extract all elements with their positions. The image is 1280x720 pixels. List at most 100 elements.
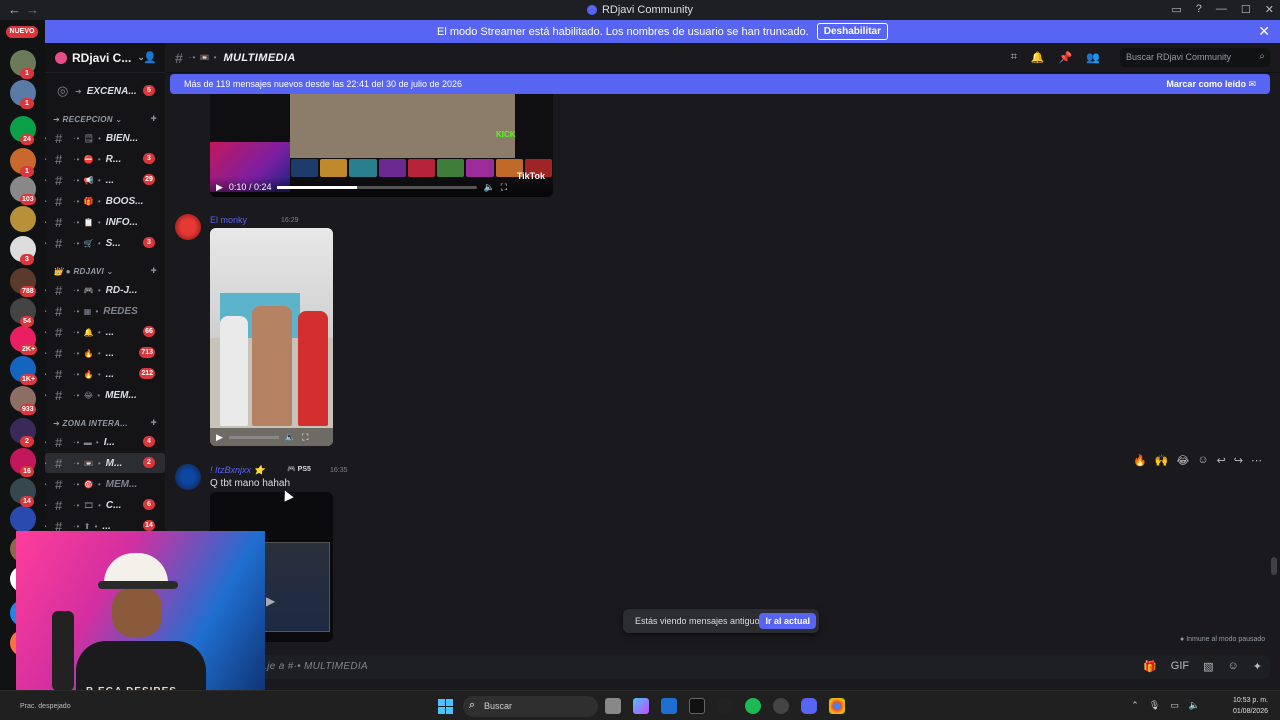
pin-icon[interactable]: 📌 (1059, 51, 1073, 64)
reply-icon[interactable]: ↩ (1217, 454, 1226, 467)
threads-icon[interactable]: ⌗ (1011, 51, 1017, 64)
volume-icon[interactable]: 🔈 (285, 432, 296, 443)
raised-hands-reaction-icon[interactable]: 🙌 (1155, 454, 1169, 467)
video-attachment[interactable]: ▶ 🔈 ⛶ (210, 228, 333, 446)
chevron-right-icon[interactable]: ▸ (45, 307, 51, 315)
chevron-right-icon[interactable]: ▸ (45, 438, 51, 446)
server-icon[interactable] (10, 506, 36, 532)
store-icon[interactable] (661, 698, 677, 714)
sidebar-channel[interactable]: ▸ # ·• 🎁 •BOOS... (45, 191, 165, 211)
members-icon[interactable]: 👥 (1086, 51, 1100, 64)
message-input[interactable]: ...je a #·• MULTIMEDIA 🎁 GIF ▧ ☺ ✦ (170, 655, 1270, 679)
chevron-right-icon[interactable]: ▸ (45, 239, 51, 247)
bell-icon[interactable]: 🔔 (1031, 51, 1045, 64)
volume-icon[interactable]: 🔈 (1189, 700, 1200, 711)
chevron-right-icon[interactable]: ▸ (45, 286, 51, 294)
server-header[interactable]: RDjavi C... ⌄ 👤 (45, 43, 165, 73)
gif-icon[interactable]: GIF (1171, 660, 1189, 673)
chevron-right-icon[interactable]: ▸ (45, 501, 51, 509)
server-icon[interactable] (10, 206, 36, 232)
jump-to-present-button[interactable]: Ir al actual (759, 613, 816, 629)
maximize-button[interactable]: ☐ (1241, 3, 1251, 16)
chrome-icon[interactable] (829, 698, 845, 714)
weather-widget[interactable]: Prac. despejado (20, 703, 71, 710)
sidebar-channel[interactable]: ▸ # ·• ▦ •REDES (45, 301, 165, 321)
sidebar-channel[interactable]: ▸ # ·• ▬ •I... 4 (45, 432, 165, 452)
sidebar-channel[interactable]: ▸ # ·• 🔥 •... 212 (45, 364, 165, 384)
chevron-right-icon[interactable]: ▸ (45, 349, 51, 357)
discord-icon[interactable] (801, 698, 817, 714)
chevron-right-icon[interactable]: ▸ (45, 176, 51, 184)
chevron-right-icon[interactable]: ▸ (45, 459, 51, 467)
search-input[interactable]: Buscar RDjavi Community ⌕ (1120, 48, 1270, 67)
app-icon[interactable] (717, 698, 733, 714)
obs-icon[interactable] (773, 698, 789, 714)
clock[interactable]: 10:53 p. m. 01/08/2026 (1233, 695, 1268, 717)
sticker-icon[interactable]: ▧ (1203, 660, 1213, 673)
sidebar-channel[interactable]: ▸ # ·• ⛔ •R... 3 (45, 149, 165, 169)
invite-icon[interactable]: 👤 (143, 51, 157, 64)
add-channel-icon[interactable]: + (150, 113, 157, 125)
sidebar-channel[interactable]: ▸ # ·• 📢 •... 29 (45, 170, 165, 190)
mic-icon[interactable]: 🎙 (1149, 700, 1160, 711)
sidebar-channel[interactable]: ▸ # ·• 🎞 •C... 6 (45, 495, 165, 515)
inbox-icon[interactable]: ▭ (1171, 3, 1181, 16)
emoji-icon[interactable]: ☺ (1228, 660, 1239, 673)
sidebar-channel[interactable]: ▸ # ·• 📋 •INFO... (45, 212, 165, 232)
chevron-right-icon[interactable]: ▸ (45, 197, 51, 205)
video-progress[interactable] (277, 185, 478, 189)
chevron-right-icon[interactable]: ▸ (45, 328, 51, 336)
message-author[interactable]: El monky (210, 215, 247, 225)
chevron-right-icon[interactable]: ▸ (45, 155, 51, 163)
category-recepcion[interactable]: ➜ RECEPCION ⌄ + (53, 113, 163, 129)
play-icon[interactable]: ▶ (266, 594, 275, 608)
chevron-right-icon[interactable]: ▸ (45, 218, 51, 226)
sidebar-channel[interactable]: ▸ # ·• 🛒 •S... 3 (45, 233, 165, 253)
more-icon[interactable]: ⋯ (1251, 454, 1262, 467)
sidebar-channel[interactable]: ▸ # ·• 🎯 •MEM... (45, 474, 165, 494)
close-banner-icon[interactable]: ✕ (1258, 23, 1270, 40)
sidebar-channel[interactable]: ▸ # ·• 🗒 •BIEN... (45, 128, 165, 148)
chevron-right-icon[interactable]: ▸ (45, 391, 51, 399)
category-zona-interactiva[interactable]: ➜ ZONA INTERA... + (53, 417, 163, 433)
play-icon[interactable]: ▶ (216, 182, 223, 193)
video-attachment[interactable]: KICK TikTok ▶ 0:10 / 0:24 🔈 ⛶ (210, 94, 553, 197)
avatar[interactable] (175, 464, 201, 490)
apps-icon[interactable]: ✦ (1253, 660, 1262, 673)
close-window-button[interactable]: ✕ (1265, 3, 1274, 16)
add-reaction-icon[interactable]: ☺ (1197, 454, 1208, 467)
chevron-right-icon[interactable]: ▸ (45, 370, 51, 378)
message-author[interactable]: ! ItzBxnjxx ⭐ (210, 465, 265, 476)
new-messages-bar[interactable]: Más de 119 mensajes nuevos desde las 22:… (170, 74, 1270, 94)
video-progress[interactable] (228, 435, 279, 439)
volume-icon[interactable]: 🔈 (483, 182, 494, 193)
fullscreen-icon[interactable]: ⛶ (302, 432, 308, 443)
mark-as-read-button[interactable]: Marcar como leído ✉ (1166, 79, 1256, 90)
add-channel-icon[interactable]: + (150, 417, 157, 429)
help-icon[interactable]: ? (1196, 3, 1202, 16)
sidebar-channel[interactable]: ▸ # ·• 🔥 •... 713 (45, 343, 165, 363)
minimize-button[interactable]: — (1216, 3, 1227, 16)
copilot-icon[interactable] (633, 698, 649, 714)
windows-start-icon[interactable] (438, 699, 453, 714)
forward-arrow-icon[interactable]: → (26, 2, 39, 17)
channel-excena[interactable]: ◎ ➜ EXCENA... 5 (45, 81, 165, 101)
fullscreen-icon[interactable]: ⛶ (501, 182, 507, 193)
laugh-reaction-icon[interactable]: 😂 (1176, 454, 1189, 467)
scrollbar[interactable] (1271, 95, 1277, 650)
chevron-right-icon[interactable]: ▸ (45, 522, 51, 530)
play-icon[interactable]: ▶ (216, 432, 223, 443)
chevron-right-icon[interactable]: ▸ (45, 480, 51, 488)
task-view-icon[interactable] (605, 698, 621, 714)
disable-streamer-button[interactable]: Deshabilitar (816, 23, 889, 40)
network-icon[interactable]: ▭ (1170, 700, 1179, 711)
fire-reaction-icon[interactable]: 🔥 (1133, 454, 1147, 467)
add-channel-icon[interactable]: + (150, 265, 157, 277)
chevron-right-icon[interactable]: ▸ (45, 134, 51, 142)
back-arrow-icon[interactable]: ← (8, 2, 21, 17)
forward-icon[interactable]: ↪ (1234, 454, 1243, 467)
spotify-icon[interactable] (745, 698, 761, 714)
capcut-icon[interactable] (689, 698, 705, 714)
sidebar-channel[interactable]: ▸ # ·• 📼 •M... 2 (45, 453, 165, 473)
gift-icon[interactable]: 🎁 (1143, 660, 1157, 673)
